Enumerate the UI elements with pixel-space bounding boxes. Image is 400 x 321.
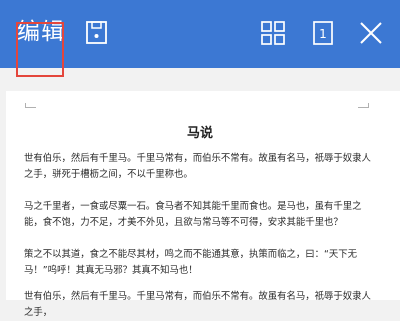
paragraph: 世有伯乐，然后有千里马。千里马常有，而伯乐不常有。故虽有名马，祇辱于奴隶人之手，… xyxy=(24,153,371,180)
document-title: 马说 xyxy=(186,126,213,141)
grid-view-icon[interactable] xyxy=(260,18,286,48)
page-corner-mark xyxy=(25,103,36,108)
page-number: 1 xyxy=(319,27,327,41)
page-corner-mark xyxy=(358,103,369,108)
close-icon[interactable] xyxy=(358,18,384,48)
paragraph: 马之千里者，一食或尽粟一石。食马者不知其能千里而食也。是马也，虽有千里之能，食不… xyxy=(24,201,362,228)
page-count-icon[interactable]: 1 xyxy=(312,18,338,48)
save-icon[interactable] xyxy=(84,18,110,48)
paragraph: 世有伯乐，然后有千里马。千里马常有，而伯乐不常有。故虽有名马，祇辱于奴隶人之手， xyxy=(24,291,371,318)
edit-highlight-box xyxy=(16,22,64,77)
paragraph: 策之不以其道，食之不能尽其材，鸣之而不能通其意，执策而临之，曰：“天下无马！”呜… xyxy=(24,249,357,276)
